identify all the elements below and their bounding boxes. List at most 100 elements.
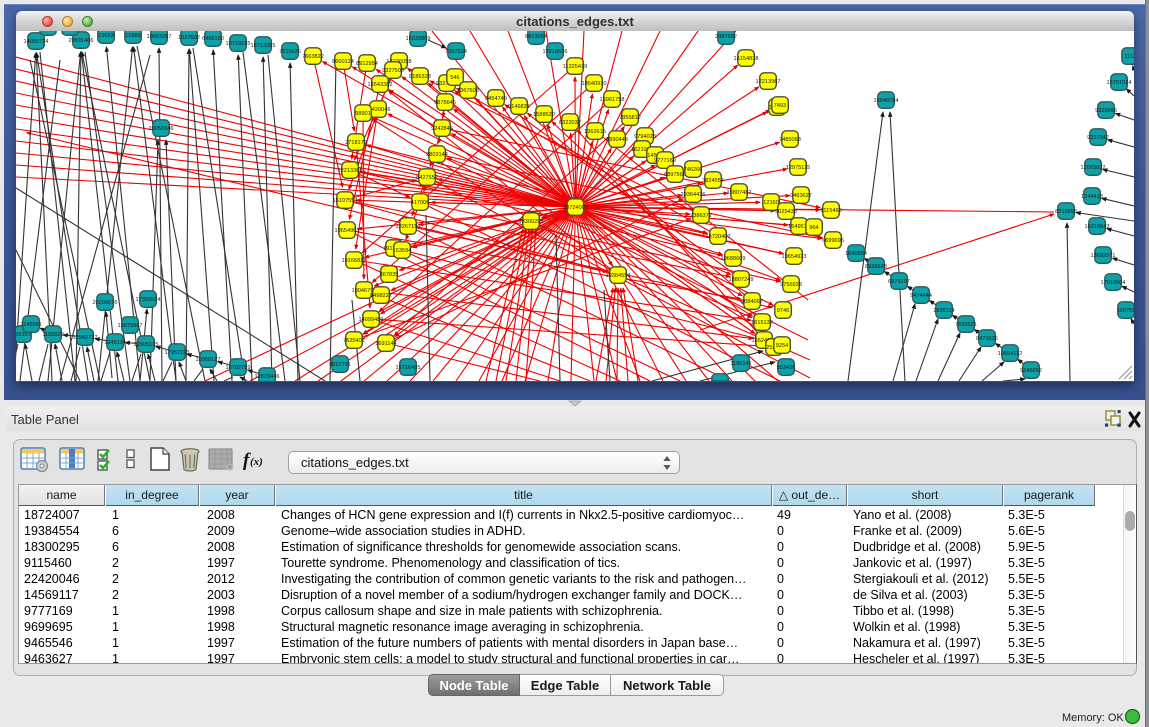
svg-text:546: 546	[450, 75, 459, 81]
svg-text:12093832: 12093832	[1081, 165, 1106, 171]
svg-text:17957223: 17957223	[165, 350, 190, 356]
svg-text:8938928: 8938928	[865, 264, 887, 270]
svg-text:10986: 10986	[125, 33, 141, 39]
svg-text:417006: 417006	[411, 200, 430, 206]
svg-text:9227342: 9227342	[1087, 135, 1109, 141]
svg-text:2803144: 2803144	[426, 152, 448, 158]
svg-text:12905135: 12905135	[134, 342, 159, 348]
svg-text:10653267: 10653267	[147, 34, 172, 40]
svg-text:7663822: 7663822	[302, 54, 324, 60]
svg-text:19166827: 19166827	[342, 258, 367, 264]
svg-text:1362615: 1362615	[584, 129, 606, 135]
svg-text:2367608: 2367608	[457, 88, 479, 94]
svg-text:2718176: 2718176	[345, 140, 367, 146]
svg-text:9329966: 9329966	[1095, 108, 1117, 114]
svg-text:12942737: 12942737	[73, 335, 98, 341]
svg-text:8427552: 8427552	[416, 175, 438, 181]
svg-text:7955812: 7955812	[619, 115, 641, 121]
svg-text:153594: 153594	[393, 248, 412, 254]
svg-text:8186328: 8186328	[409, 74, 431, 80]
svg-text:7493: 7493	[774, 103, 786, 109]
svg-text:14099489: 14099489	[359, 317, 384, 323]
svg-text:1345114: 1345114	[104, 340, 125, 346]
svg-text:7386372: 7386372	[690, 213, 712, 219]
svg-text:1196141: 1196141	[730, 361, 751, 367]
svg-text:12160: 12160	[763, 200, 779, 206]
svg-text:6466160: 6466160	[202, 36, 224, 42]
svg-text:9115460: 9115460	[820, 208, 841, 214]
svg-text:8322037: 8322037	[559, 120, 581, 126]
svg-text:15751024: 15751024	[1107, 80, 1132, 86]
svg-text:1615132: 1615132	[751, 320, 773, 326]
svg-text:16648784: 16648784	[874, 98, 899, 104]
svg-text:(x): (x)	[250, 456, 263, 468]
svg-text:9245652: 9245652	[1020, 368, 1042, 374]
svg-text:12823446: 12823446	[255, 374, 280, 380]
svg-text:98901: 98901	[355, 111, 371, 117]
svg-text:13267150: 13267150	[396, 224, 421, 230]
svg-text:8454749: 8454749	[485, 96, 507, 102]
svg-text:1156829: 1156829	[42, 332, 63, 338]
svg-text:14055724: 14055724	[24, 39, 49, 45]
svg-text:7515526: 7515526	[279, 49, 301, 55]
svg-text:20691406: 20691406	[69, 38, 94, 44]
svg-text:10807487: 10807487	[727, 190, 752, 196]
svg-text:15720407: 15720407	[706, 234, 731, 240]
svg-text:2935114: 2935114	[933, 308, 954, 314]
svg-text:15716485: 15716485	[396, 365, 421, 371]
svg-text:8498222: 8498222	[370, 293, 392, 299]
svg-text:11325419: 11325419	[563, 64, 587, 70]
svg-text:9327505: 9327505	[382, 68, 404, 74]
svg-text:10958127: 10958127	[196, 357, 221, 363]
svg-text:9254: 9254	[776, 343, 788, 349]
svg-text:7485063: 7485063	[779, 137, 801, 143]
svg-text:9777169: 9777169	[654, 158, 676, 164]
svg-text:19654903: 19654903	[335, 228, 360, 234]
svg-text:18724007: 18724007	[563, 205, 588, 211]
svg-text:10688609: 10688609	[721, 256, 746, 262]
svg-text:9657791: 9657791	[329, 362, 351, 368]
svg-text:13692971: 13692971	[1091, 253, 1116, 259]
svg-text:9875645: 9875645	[434, 100, 456, 106]
svg-text:19033: 19033	[98, 33, 114, 39]
svg-text:16033809: 16033809	[406, 36, 431, 42]
svg-text:8215958: 8215958	[1055, 209, 1077, 215]
svg-text:9746: 9746	[777, 308, 789, 314]
svg-text:16961758: 16961758	[600, 97, 625, 103]
svg-text:6699695: 6699695	[822, 238, 844, 244]
svg-text:18640910: 18640910	[582, 81, 607, 87]
svg-text:9474444: 9474444	[910, 293, 932, 299]
svg-text:16543382: 16543382	[368, 82, 393, 88]
svg-text:19218506: 19218506	[543, 49, 568, 55]
svg-text:19975867: 19975867	[118, 323, 143, 329]
svg-text:20364436: 20364436	[681, 192, 706, 198]
svg-text:964: 964	[809, 225, 818, 231]
svg-text:10719185: 10719185	[226, 41, 251, 47]
svg-text:116753: 116753	[1117, 308, 1134, 314]
svg-text:12975115: 12975115	[786, 165, 810, 171]
svg-text:16782759: 16782759	[226, 365, 251, 371]
svg-text:8912954: 8912954	[356, 61, 378, 67]
svg-text:1588520: 1588520	[533, 112, 555, 118]
svg-text:20206576: 20206576	[93, 300, 118, 306]
svg-text:17010504: 17010504	[1101, 280, 1126, 286]
svg-text:16107554: 16107554	[333, 198, 358, 204]
svg-text:8471636: 8471636	[976, 336, 998, 342]
svg-text:746266: 746266	[684, 167, 703, 173]
svg-text:6897568: 6897568	[664, 172, 686, 178]
svg-text:9756928: 9756928	[780, 282, 802, 288]
svg-text:3824554: 3824554	[702, 178, 724, 184]
svg-text:7632621: 7632621	[955, 322, 977, 328]
svg-text:1112: 1112	[1124, 54, 1134, 60]
svg-text:9242845: 9242845	[431, 126, 453, 132]
svg-text:867835: 867835	[380, 272, 399, 278]
svg-text:18807249: 18807249	[729, 277, 754, 283]
svg-text:9794028: 9794028	[634, 134, 656, 140]
svg-text:17359924: 17359924	[136, 297, 161, 303]
svg-text:1640954: 1640954	[845, 251, 867, 257]
svg-text:2145061: 2145061	[20, 322, 42, 328]
svg-text:6879197: 6879197	[888, 279, 910, 285]
svg-text:2987682: 2987682	[715, 34, 737, 40]
svg-text:7357224: 7357224	[445, 49, 467, 55]
svg-text:933426: 933426	[777, 365, 796, 371]
